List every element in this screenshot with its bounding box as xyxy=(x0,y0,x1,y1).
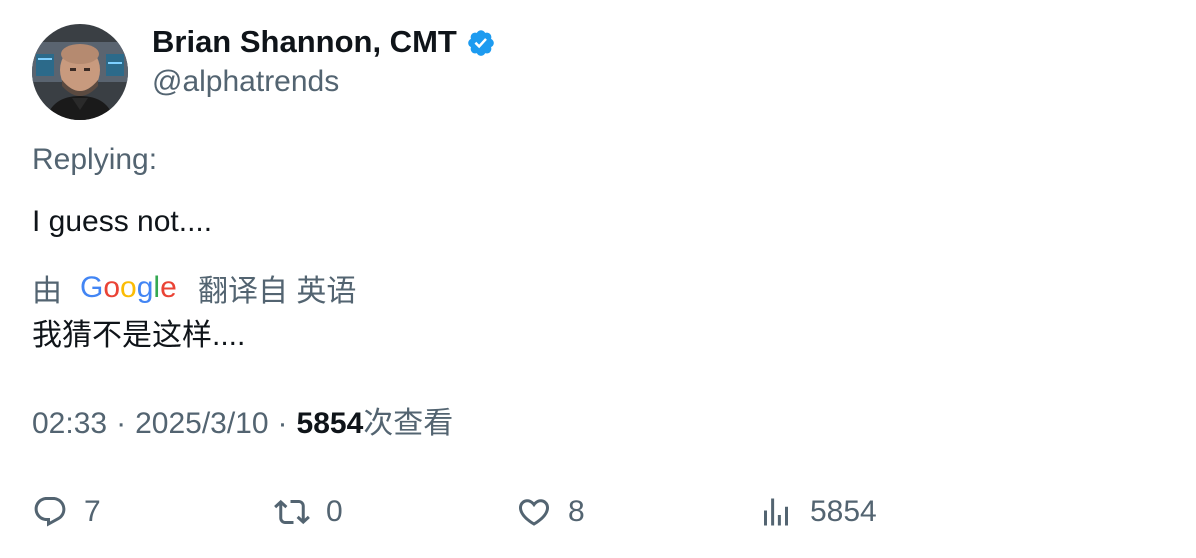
meta-separator: · xyxy=(277,407,288,440)
views-count: 5854 xyxy=(296,407,364,440)
analytics-count: 5854 xyxy=(810,495,877,528)
author-block: Brian Shannon, CMT @alphatrends xyxy=(152,22,496,102)
google-wordmark: Google xyxy=(80,272,177,304)
like-button[interactable]: 8 xyxy=(516,488,585,536)
name-row: Brian Shannon, CMT xyxy=(152,22,496,62)
tweet-time[interactable]: 02:33 xyxy=(32,404,107,444)
bar-chart-icon xyxy=(758,494,794,530)
like-count: 8 xyxy=(568,495,585,528)
retweet-count: 0 xyxy=(326,495,343,528)
tweet-meta: 02:33 · 2025/3/10 · 5854 次查看 xyxy=(32,404,453,444)
translation-attribution: 由 Google 翻译自 英语 xyxy=(32,268,356,308)
translated-by-label: 由 xyxy=(32,275,62,308)
analytics-button[interactable]: 5854 xyxy=(758,488,877,536)
tweet-text: I guess not.... xyxy=(32,205,213,238)
user-handle[interactable]: @alphatrends xyxy=(152,62,496,102)
translated-from-label[interactable]: 翻译自 英语 xyxy=(198,266,356,310)
tweet-detail: Brian Shannon, CMT @alphatrends Replying… xyxy=(0,0,1196,558)
retweet-button[interactable]: 0 xyxy=(274,488,343,536)
action-bar: 7 0 8 5854 xyxy=(32,488,1164,536)
avatar[interactable] xyxy=(32,24,128,120)
translated-text: 我猜不是这样.... xyxy=(32,319,246,352)
reply-icon xyxy=(32,494,68,530)
reply-count: 7 xyxy=(84,495,101,528)
tweet-date[interactable]: 2025/3/10 xyxy=(135,404,268,444)
svg-text:Google: Google xyxy=(80,272,177,304)
reply-button[interactable]: 7 xyxy=(32,488,101,536)
retweet-icon xyxy=(274,494,310,530)
avatar-image xyxy=(32,24,128,120)
google-logo-icon: Google xyxy=(80,272,178,306)
meta-separator: · xyxy=(116,407,127,440)
views-label: 次查看 xyxy=(363,407,454,440)
display-name[interactable]: Brian Shannon, CMT xyxy=(152,24,457,60)
verified-badge-icon xyxy=(466,28,496,58)
heart-icon xyxy=(516,494,552,530)
replying-label: Replying: xyxy=(32,143,158,176)
